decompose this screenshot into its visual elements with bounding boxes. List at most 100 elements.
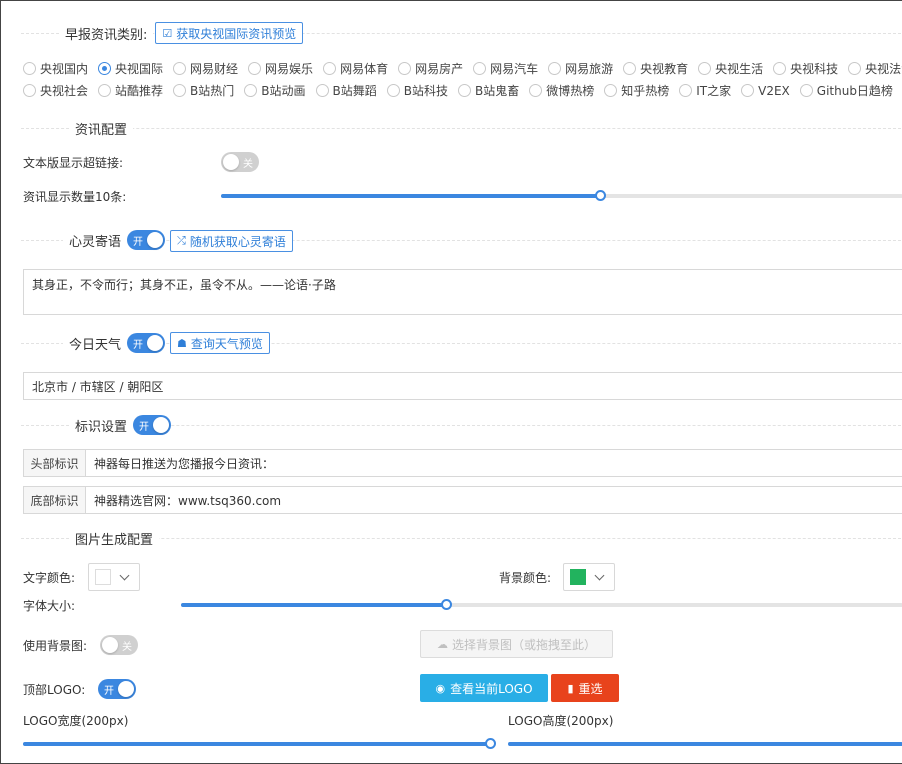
radio-label: 央视生活 (715, 62, 764, 76)
radio-circle (23, 62, 36, 75)
radio-label: IT之家 (696, 84, 732, 98)
chevron-down-icon (594, 570, 605, 580)
news-source-radio[interactable]: 网易旅游 (548, 60, 613, 77)
radio-label: 网易体育 (340, 62, 389, 76)
chevron-down-icon (119, 570, 130, 580)
news-source-radio[interactable]: 央视国际 (98, 60, 163, 77)
trash-icon: ▮ (567, 681, 574, 695)
select-bg-image-button[interactable]: ☁ 选择背景图（或拖拽至此） (420, 630, 613, 658)
slider-fill (221, 194, 600, 198)
select-bg-image-label: 选择背景图（或拖拽至此） (451, 637, 596, 652)
news-source-radio[interactable]: 网易财经 (173, 60, 238, 77)
random-mind-message-button[interactable]: ⤮ 随机获取心灵寄语 (170, 230, 293, 252)
radio-circle (98, 62, 112, 75)
reset-logo-button[interactable]: ▮ 重选 (551, 674, 619, 702)
text-color-picker[interactable] (88, 563, 140, 591)
news-source-radio[interactable]: 站酷推荐 (98, 82, 163, 99)
news-source-radio[interactable]: B站舞蹈 (315, 82, 377, 99)
news-source-radio[interactable]: Github日趋榜 (799, 82, 893, 99)
news-source-radio[interactable]: 央视教育 (623, 60, 688, 77)
logo-width-slider[interactable] (23, 738, 496, 749)
news-source-radio[interactable]: 微博热榜 (529, 82, 594, 99)
color-swatch (570, 569, 586, 585)
footer-identity-input[interactable]: 神器精选官网：www.tsq360.com (86, 487, 281, 513)
news-source-options-row1: 央视国内 央视国际 网易财经 网易娱乐 网易体育 网易房产 网易汽车 网易旅游 央视教育 央视生活… (23, 60, 902, 77)
radio-label: 央视国际 (115, 62, 164, 76)
switch-text: 开 (139, 421, 149, 433)
use-bg-image-switch[interactable]: 关 (100, 635, 138, 655)
radio-label: B站舞蹈 (332, 84, 377, 98)
news-source-radio[interactable]: 央视社会 (23, 82, 88, 99)
radio-label: B站热门 (190, 84, 235, 98)
radio-label: B站科技 (403, 84, 448, 98)
footer-identity-field: 底部标识 神器精选官网：www.tsq360.com (23, 486, 902, 514)
identity-header: 标识设置 (69, 413, 134, 437)
news-source-radio[interactable]: 央视国内 (23, 60, 88, 77)
news-source-radio[interactable]: 知乎热榜 (604, 82, 669, 99)
identity-switch[interactable]: 开 (133, 415, 171, 435)
reset-logo-label: 重选 (578, 681, 603, 696)
weather-switch[interactable]: 开 (127, 333, 165, 353)
switch-text: 关 (122, 641, 132, 653)
slider-handle[interactable] (440, 599, 452, 610)
radio-label: 央视法治 (865, 62, 902, 76)
hyperlink-switch[interactable]: 关 (221, 152, 259, 172)
radio-label: Github日趋榜 (816, 84, 893, 98)
switch-knob (147, 232, 163, 248)
header-identity-label: 头部标识 (24, 450, 86, 476)
slider-handle[interactable] (485, 738, 496, 749)
radio-circle (623, 62, 637, 75)
location-cascader[interactable]: 北京市 / 市辖区 / 朝阳区 (23, 372, 902, 400)
checkbox-icon: ☑ (162, 26, 173, 40)
eye-icon: ◉ (435, 681, 446, 695)
radio-label: V2EX (758, 83, 790, 98)
radio-label: 央视社会 (40, 84, 89, 98)
radio-label: 知乎热榜 (621, 84, 670, 98)
news-source-radio[interactable]: B站科技 (386, 82, 448, 99)
radio-circle (548, 62, 562, 75)
news-source-radio[interactable]: 网易娱乐 (248, 60, 313, 77)
slider-fill (23, 742, 490, 746)
news-source-radio[interactable]: IT之家 (679, 82, 731, 99)
view-logo-button[interactable]: ◉ 查看当前LOGO (420, 674, 548, 702)
header-identity-input[interactable]: 神器每日推送为您播报今日资讯： (86, 450, 274, 476)
font-size-label: 字体大小: (23, 599, 76, 613)
news-source-radio[interactable]: 网易体育 (323, 60, 388, 77)
switch-knob (147, 335, 163, 351)
identity-title: 标识设置 (69, 415, 134, 435)
news-source-radio[interactable]: 央视法治 (848, 60, 902, 77)
news-source-radio[interactable]: B站鬼畜 (457, 82, 519, 99)
news-source-radio[interactable]: 央视生活 (698, 60, 763, 77)
news-source-radio[interactable]: B站动画 (244, 82, 306, 99)
news-source-radio[interactable]: 网易房产 (398, 60, 463, 77)
radio-circle (98, 84, 112, 97)
radio-circle (529, 84, 543, 97)
radio-circle (473, 62, 487, 75)
switch-knob (153, 417, 169, 433)
switch-text: 开 (133, 236, 143, 248)
news-source-radio[interactable]: 央视科技 (773, 60, 838, 77)
news-config-title: 资讯配置 (69, 118, 134, 138)
news-source-options-row2: 央视社会 站酷推荐 B站热门 B站动画 B站舞蹈 B站科技 B站鬼畜 微博热榜 知乎热榜 IT之家… (23, 82, 902, 99)
query-weather-label: 查询天气预览 (190, 336, 263, 351)
radio-label: 微博热榜 (546, 84, 595, 98)
top-logo-switch[interactable]: 开 (98, 679, 136, 699)
random-mind-message-label: 随机获取心灵寄语 (189, 234, 286, 249)
news-count-label: 资讯显示数量10条: (23, 190, 127, 204)
logo-height-slider[interactable] (508, 742, 902, 746)
mind-message-switch[interactable]: 开 (127, 230, 165, 250)
news-source-radio[interactable]: V2EX (741, 84, 790, 98)
news-count-slider[interactable] (221, 190, 902, 201)
slider-handle[interactable] (594, 190, 606, 201)
query-weather-button[interactable]: ☗ 查询天气预览 (170, 332, 270, 354)
radio-circle (799, 84, 813, 97)
news-source-radio[interactable]: 网易汽车 (473, 60, 538, 77)
radio-label: 央视教育 (640, 62, 689, 76)
radio-circle (773, 62, 787, 75)
font-size-slider[interactable] (181, 599, 902, 610)
fetch-news-preview-button[interactable]: ☑ 获取央视国际资讯预览 (155, 22, 304, 44)
bg-color-picker[interactable] (563, 563, 615, 591)
mind-message-textarea[interactable]: 其身正，不令而行；其身不正，虽令不从。——论语·子路 (23, 269, 902, 315)
news-source-radio[interactable]: B站热门 (173, 82, 234, 99)
radio-circle (679, 84, 693, 97)
